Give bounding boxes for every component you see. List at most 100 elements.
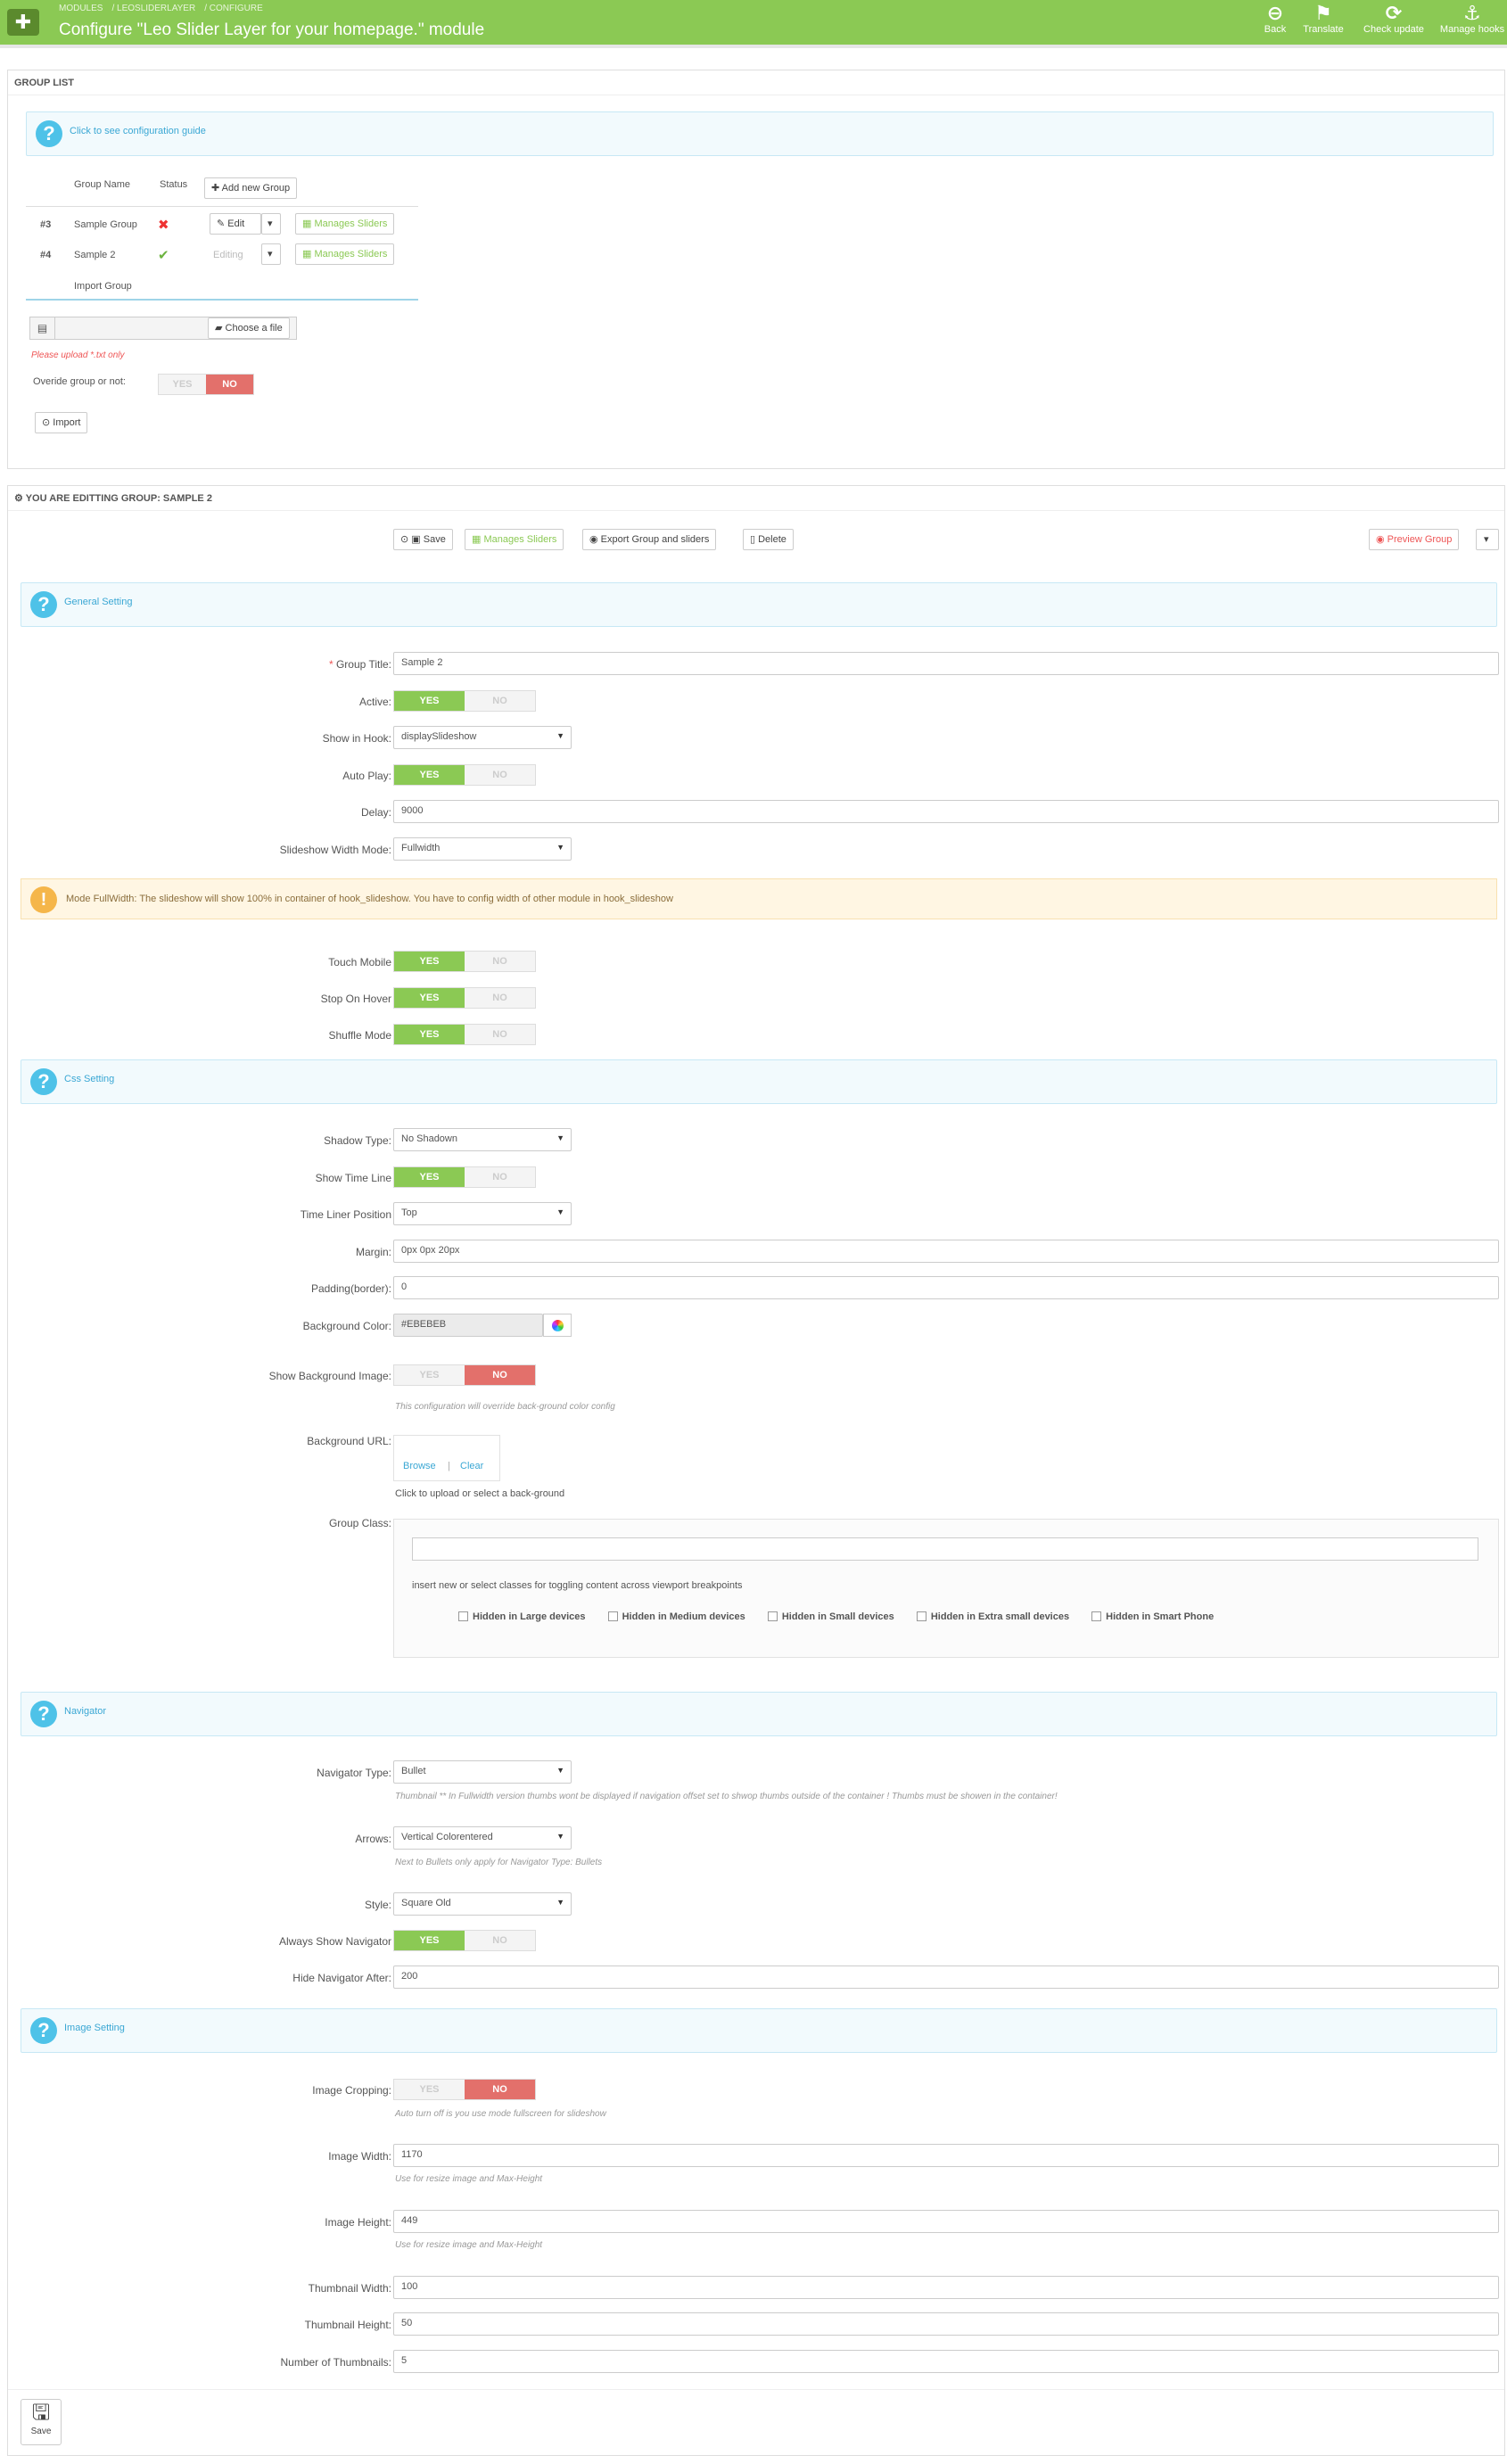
class-option-xsmall[interactable]: Hidden in Extra small devices <box>916 1611 1069 1622</box>
yes-option[interactable]: YES <box>394 1365 465 1385</box>
hook-select[interactable]: displaySlideshow ▼ <box>393 726 572 749</box>
group-class-input[interactable] <box>412 1537 1478 1561</box>
class-option-phone[interactable]: Hidden in Smart Phone <box>1091 1611 1214 1622</box>
manage-sliders-button[interactable]: ▦ Manages Sliders <box>465 529 564 550</box>
breadcrumb-module[interactable]: LEOSLIDERLAYER <box>117 4 195 13</box>
manage-sliders-button[interactable]: ▦ Manages Sliders <box>295 213 395 235</box>
clear-link[interactable]: Clear <box>460 1461 483 1471</box>
class-option-large[interactable]: Hidden in Large devices <box>458 1611 586 1622</box>
guide-link[interactable]: Click to see configuration guide <box>70 126 206 136</box>
width-mode-select[interactable]: Fullwidth ▼ <box>393 837 572 861</box>
shadow-select[interactable]: No Shadown ▼ <box>393 1128 572 1151</box>
manage-sliders-button[interactable]: ▦ Manages Sliders <box>295 243 395 265</box>
manage-hooks-button[interactable]: ⚓ Manage hooks <box>1437 3 1507 35</box>
checkbox[interactable] <box>1091 1611 1102 1621</box>
yes-option[interactable]: YES <box>394 1025 465 1044</box>
hook-row: Show in Hook: displaySlideshow ▼ <box>8 726 1506 751</box>
checkbox[interactable] <box>916 1611 926 1621</box>
margin-input[interactable]: 0px 0px 20px <box>393 1240 1499 1263</box>
yes-option[interactable]: YES <box>394 2080 465 2099</box>
caret-down-icon: ▼ <box>556 731 564 740</box>
shuffle-toggle[interactable]: YES NO <box>393 1024 536 1045</box>
group-class-help: insert new or select classes for togglin… <box>412 1580 743 1591</box>
status-enabled-icon[interactable]: ✔ <box>158 247 169 263</box>
yes-option[interactable]: YES <box>394 691 465 711</box>
panel-heading: GROUP LIST <box>8 70 1504 95</box>
back-icon: ⊖ <box>1266 2 1284 24</box>
edit-dropdown-toggle[interactable]: ▾ <box>261 243 281 265</box>
edit-button[interactable]: ✎ Edit <box>210 213 261 235</box>
back-button[interactable]: ⊖ Back <box>1257 2 1293 36</box>
status-disabled-icon[interactable]: ✖ <box>158 217 169 233</box>
stop-hover-toggle[interactable]: YES NO <box>393 987 536 1009</box>
import-button[interactable]: ⊙ Import <box>35 412 88 433</box>
translate-button[interactable]: ⚑ Translate <box>1298 3 1348 36</box>
num-thumbs-input[interactable]: 5 <box>393 2350 1499 2373</box>
show-bg-toggle[interactable]: YES NO <box>393 1364 536 1386</box>
yes-option[interactable]: YES <box>394 765 465 785</box>
timeline-toggle[interactable]: YES NO <box>393 1166 536 1188</box>
checkbox[interactable] <box>458 1611 468 1621</box>
preview-group-button[interactable]: ◉ Preview Group <box>1369 529 1460 550</box>
export-button[interactable]: ◉ Export Group and sliders <box>582 529 717 550</box>
choose-file-button[interactable]: ▰ Choose a file <box>208 317 290 339</box>
nav-type-label: Navigator Type: <box>317 1767 391 1779</box>
check-update-button[interactable]: ⟳ Check update <box>1357 3 1430 36</box>
arrows-row: Arrows: Vertical Colorentered ▼ <box>8 1826 1506 1851</box>
delete-button[interactable]: ▯ Delete <box>743 529 794 550</box>
delay-row: Delay: 9000 <box>8 800 1506 825</box>
style-select[interactable]: Square Old ▼ <box>393 1892 572 1916</box>
nav-type-select[interactable]: Bullet ▼ <box>393 1760 572 1784</box>
timeline-pos-select[interactable]: Top ▼ <box>393 1202 572 1225</box>
no-option[interactable]: NO <box>465 952 535 971</box>
crop-toggle[interactable]: YES NO <box>393 2079 536 2100</box>
no-option[interactable]: NO <box>465 1167 535 1187</box>
no-option[interactable]: NO <box>465 1365 535 1385</box>
save-button[interactable]: ⊙ ▣ Save <box>393 529 453 550</box>
no-option[interactable]: NO <box>465 2080 535 2099</box>
yes-option[interactable]: YES <box>394 988 465 1008</box>
class-option-medium[interactable]: Hidden in Medium devices <box>607 1611 745 1622</box>
no-option[interactable]: NO <box>465 691 535 711</box>
autoplay-toggle[interactable]: YES NO <box>393 764 536 786</box>
autoplay-row: Auto Play: YES NO <box>8 763 1506 788</box>
color-picker-button[interactable] <box>543 1314 572 1337</box>
question-icon: ? <box>36 120 62 147</box>
yes-option[interactable]: YES <box>394 952 465 971</box>
no-option[interactable]: NO <box>465 765 535 785</box>
arrows-select[interactable]: Vertical Colorentered ▼ <box>393 1826 572 1850</box>
padding-input[interactable]: 0 <box>393 1276 1499 1299</box>
no-option[interactable]: NO <box>465 988 535 1008</box>
img-height-input[interactable]: 449 <box>393 2210 1499 2233</box>
hide-nav-input[interactable]: 200 <box>393 1965 1499 1989</box>
no-option[interactable]: NO <box>465 1931 535 1950</box>
class-option-small[interactable]: Hidden in Small devices <box>767 1611 894 1622</box>
breadcrumb-modules[interactable]: MODULES <box>59 4 103 13</box>
delay-input[interactable]: 9000 <box>393 800 1499 823</box>
touch-mobile-toggle[interactable]: YES NO <box>393 951 536 972</box>
thumb-height-input[interactable]: 50 <box>393 2312 1499 2336</box>
checkbox[interactable] <box>607 1611 618 1621</box>
num-thumbs-label: Number of Thumbnails: <box>280 2356 392 2369</box>
active-toggle[interactable]: YES NO <box>393 690 536 712</box>
always-nav-toggle[interactable]: YES NO <box>393 1930 536 1951</box>
add-group-button[interactable]: ✚ Add new Group <box>204 177 298 199</box>
group-title-input[interactable]: Sample 2 <box>393 652 1499 675</box>
checkbox[interactable] <box>767 1611 778 1621</box>
no-option[interactable]: NO <box>465 1025 535 1044</box>
timeline-label: Show Time Line <box>315 1172 391 1184</box>
bgcolor-input[interactable]: #EBEBEB <box>393 1314 543 1337</box>
image-setting-bar: ? Image Setting <box>21 2008 1497 2053</box>
yes-option[interactable]: YES <box>394 1931 465 1950</box>
edit-dropdown-toggle[interactable]: ▾ <box>261 213 281 235</box>
browse-link[interactable]: Browse <box>403 1461 436 1471</box>
footer-save-button[interactable]: 🖫 Save <box>21 2399 62 2445</box>
thumb-width-input[interactable]: 100 <box>393 2276 1499 2299</box>
yes-option[interactable]: YES <box>394 1167 465 1187</box>
no-option[interactable]: NO <box>206 375 253 394</box>
puzzle-icon: ✚ <box>7 9 39 36</box>
yes-option[interactable]: YES <box>159 375 206 394</box>
preview-dropdown-toggle[interactable]: ▾ <box>1476 529 1499 550</box>
img-width-input[interactable]: 1170 <box>393 2144 1499 2167</box>
override-toggle[interactable]: YES NO <box>158 374 254 395</box>
